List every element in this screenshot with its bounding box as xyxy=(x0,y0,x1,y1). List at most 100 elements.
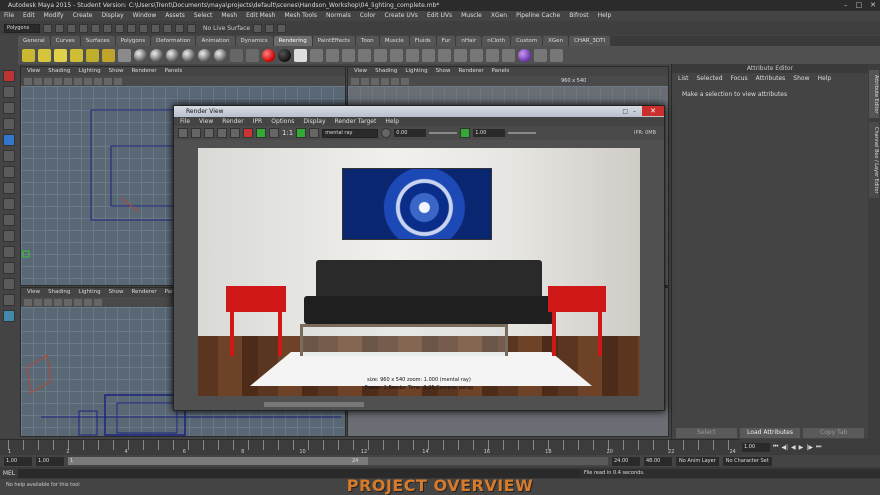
play-forward-icon[interactable]: ▶ xyxy=(799,444,804,451)
white-sphere-icon[interactable] xyxy=(294,48,307,62)
vp-tool-icon[interactable] xyxy=(64,298,72,306)
scale-tool-icon[interactable] xyxy=(3,150,15,162)
menu-assets[interactable]: Assets xyxy=(165,11,185,21)
shelf-tab-dynamics[interactable]: Dynamics xyxy=(235,36,273,46)
start-time-field[interactable]: 1.00 xyxy=(4,456,32,466)
play-backward-icon[interactable]: ◀ xyxy=(791,444,796,451)
anim-layer-dropdown[interactable]: No Anim Layer xyxy=(676,456,719,466)
side-by-side-layout-icon[interactable] xyxy=(3,230,15,242)
red-channel-icon[interactable] xyxy=(243,128,253,138)
material-sphere-icon[interactable] xyxy=(518,48,531,62)
vp-menu-lighting[interactable]: Lighting xyxy=(78,67,100,76)
render-settings-icon[interactable] xyxy=(277,23,287,33)
new-scene-icon[interactable] xyxy=(43,23,52,33)
vp-tool-icon[interactable] xyxy=(401,77,409,85)
select-hierarchy-icon[interactable] xyxy=(103,23,112,33)
menu-display[interactable]: Display xyxy=(102,11,124,21)
area-light-icon[interactable] xyxy=(86,48,99,62)
vp-menu-show[interactable]: Show xyxy=(436,67,451,76)
rgb-channel-icon[interactable] xyxy=(256,128,266,138)
menu-color[interactable]: Color xyxy=(360,11,376,21)
shelf-tab-fur[interactable]: Fur xyxy=(436,36,456,46)
rv-menu-render[interactable]: Render xyxy=(222,117,243,126)
current-frame-field[interactable]: 1.00 xyxy=(742,442,770,452)
go-to-start-icon[interactable]: ⏮ xyxy=(773,443,778,451)
fur-icon[interactable] xyxy=(438,48,451,62)
step-back-icon[interactable]: ◀| xyxy=(781,444,788,451)
refresh-icon[interactable] xyxy=(230,128,240,138)
vp-tool-icon[interactable] xyxy=(361,77,369,85)
vp-tool-icon[interactable] xyxy=(24,77,32,85)
red-sphere-icon[interactable] xyxy=(262,48,275,62)
blinn-shader-icon[interactable] xyxy=(150,48,163,62)
keep-image-icon[interactable] xyxy=(296,128,307,138)
ipr-icon[interactable] xyxy=(191,128,201,138)
hypershade-icon[interactable] xyxy=(230,48,243,62)
menu-muscle[interactable]: Muscle xyxy=(461,11,482,21)
rendered-image[interactable]: size: 960 x 540 zoom: 1.000 (mental ray)… xyxy=(198,148,640,396)
playback-start-field[interactable]: 1.00 xyxy=(36,456,64,466)
undo-icon[interactable] xyxy=(79,23,88,33)
shelf-tab-painteffects[interactable]: PaintEffects xyxy=(312,36,356,46)
shader-sphere-icon[interactable] xyxy=(134,48,147,62)
shadow-icon[interactable] xyxy=(454,48,467,62)
menu-file[interactable]: File xyxy=(4,11,14,21)
select-object-icon[interactable] xyxy=(115,23,124,33)
tab-attribute-editor[interactable]: Attribute Editor xyxy=(869,70,879,118)
vp-menu-renderer[interactable]: Renderer xyxy=(131,67,156,76)
ae-menu-attributes[interactable]: Attributes xyxy=(756,75,786,82)
load-attributes-button[interactable]: Load Attributes xyxy=(739,428,801,438)
four-pane-layout-icon[interactable] xyxy=(3,214,15,226)
render-layer-icon[interactable] xyxy=(358,48,371,62)
vp-menu-view[interactable]: View xyxy=(354,67,367,76)
black-sphere-icon[interactable] xyxy=(278,48,291,62)
shelf-tab-polygons[interactable]: Polygons xyxy=(115,36,151,46)
ae-menu-list[interactable]: List xyxy=(678,75,689,82)
menu-create[interactable]: Create xyxy=(73,11,93,21)
shelf-tab-animation[interactable]: Animation xyxy=(196,36,235,46)
manipulator-icon[interactable] xyxy=(3,166,15,178)
vp-menu-lighting[interactable]: Lighting xyxy=(78,288,100,297)
rv-close-icon[interactable]: ✕ xyxy=(642,106,664,116)
vp-menu-renderer[interactable]: Renderer xyxy=(458,67,483,76)
menu-set-dropdown[interactable]: Polygons xyxy=(4,23,40,33)
shelf-tab-char-3dti[interactable]: CHAR_3DTI xyxy=(569,36,611,46)
last-tool-icon[interactable] xyxy=(3,182,15,194)
menu-edit-mesh[interactable]: Edit Mesh xyxy=(246,11,275,21)
hypershade-layout-icon[interactable] xyxy=(3,278,15,290)
vp-tool-icon[interactable] xyxy=(351,77,359,85)
vp-tool-icon[interactable] xyxy=(74,77,82,85)
vp-tool-icon[interactable] xyxy=(381,77,389,85)
vp-tool-icon[interactable] xyxy=(44,77,52,85)
shelf-tab-general[interactable]: General xyxy=(18,36,50,46)
anisotropic-shader-icon[interactable] xyxy=(198,48,211,62)
renderer-dropdown[interactable]: mental ray xyxy=(322,128,379,138)
volume-light-icon[interactable] xyxy=(102,48,115,62)
select-button[interactable]: Select xyxy=(676,428,737,438)
vp-menu-panels[interactable]: Panels xyxy=(165,67,183,76)
copy-tab-button[interactable]: Copy Tab xyxy=(803,428,865,438)
remove-image-icon[interactable] xyxy=(309,128,320,138)
render-settings-shelf-icon[interactable] xyxy=(342,48,355,62)
rv-menu-help[interactable]: Help xyxy=(385,117,399,126)
shelf-tab-toon[interactable]: Toon xyxy=(356,36,379,46)
rv-minimize-icon[interactable]: – xyxy=(633,106,636,117)
shelf-tab-fluids[interactable]: Fluids xyxy=(409,36,436,46)
select-tool-icon[interactable] xyxy=(3,70,15,82)
shelf-tab-ncloth[interactable]: nCloth xyxy=(482,36,511,46)
menu-create-uvs[interactable]: Create UVs xyxy=(384,11,417,21)
vp-tool-icon[interactable] xyxy=(54,77,62,85)
vp-menu-show[interactable]: Show xyxy=(109,288,124,297)
menu-pipeline-cache[interactable]: Pipeline Cache xyxy=(516,11,560,21)
tab-channel-box[interactable]: Channel Box / Layer Editor xyxy=(869,122,879,198)
light-linker-icon[interactable] xyxy=(406,48,419,62)
vp-tool-icon[interactable] xyxy=(54,298,62,306)
layer-editor-icon[interactable] xyxy=(486,48,499,62)
vp-tool-icon[interactable] xyxy=(84,298,92,306)
close-icon[interactable]: ✕ xyxy=(870,1,876,9)
vp-menu-lighting[interactable]: Lighting xyxy=(405,67,427,76)
move-tool-icon[interactable] xyxy=(3,118,15,130)
vp-tool-icon[interactable] xyxy=(24,298,32,306)
exposure-icon[interactable] xyxy=(381,128,392,138)
mental-ray-icon[interactable] xyxy=(502,48,515,62)
